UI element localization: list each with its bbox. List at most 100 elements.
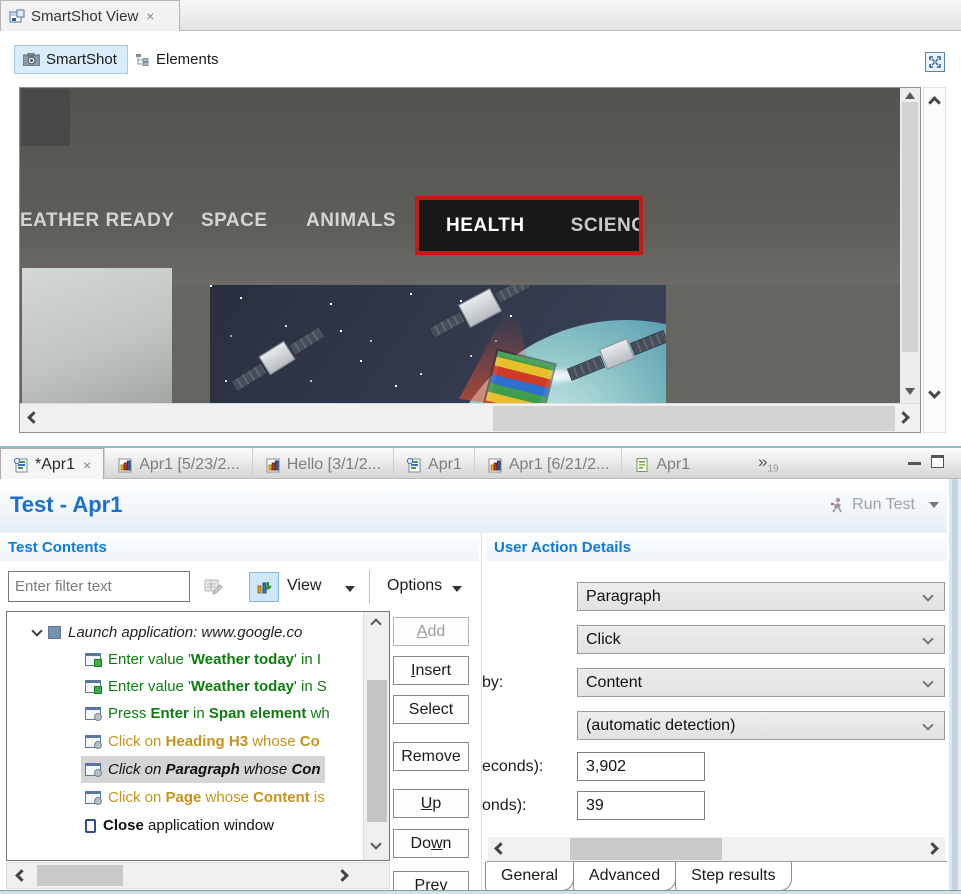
nav-item-3: ANIMALS: [306, 206, 396, 236]
image-vertical-scrollbar[interactable]: [900, 88, 920, 403]
toolbar-divider: [369, 570, 370, 604]
tab-general[interactable]: General: [485, 862, 574, 891]
chevron-down-icon[interactable]: [31, 625, 42, 636]
action-select[interactable]: Click: [577, 625, 945, 654]
tree-item-text: Click on Page whose Content is: [108, 789, 325, 806]
tree-item-6[interactable]: Click on Paragraph whose Con: [7, 756, 363, 783]
tree-item-body[interactable]: Enter value 'Weather today' in S: [81, 673, 331, 700]
chevron-down-icon[interactable]: [452, 586, 462, 592]
smartshot-canvas[interactable]: EATHER READYSPACEANIMALS HEALTH SCIENC ›: [19, 87, 921, 433]
test-steps-tree[interactable]: Launch application: www.google.coEnter v…: [6, 611, 390, 861]
editor-tab-label: Apr1: [428, 456, 462, 474]
scroll-down-icon[interactable]: [928, 386, 941, 399]
tree-item-body[interactable]: Click on Paragraph whose Con: [81, 756, 325, 783]
chevron-down-icon[interactable]: [345, 586, 355, 592]
tree-item-5[interactable]: Click on Heading H3 whose Co: [7, 728, 363, 755]
tree-item-3[interactable]: Enter value 'Weather today' in S: [7, 673, 363, 700]
tree-item-2[interactable]: Enter value 'Weather today' in I: [7, 646, 363, 673]
screenshot-dark-block: [21, 89, 70, 146]
scroll-up-icon[interactable]: [370, 618, 381, 629]
tree-item-body[interactable]: Close application window: [81, 812, 278, 839]
milliseconds-input[interactable]: 3,902: [577, 752, 705, 781]
editor-tab-label: *Apr1: [35, 456, 75, 474]
editor-tab-3[interactable]: Hello [3/1/2...: [252, 448, 393, 481]
group-by-icon-button[interactable]: [249, 572, 279, 602]
screenshot-photo-thumb: [22, 268, 172, 403]
select-button[interactable]: Select: [393, 695, 469, 724]
view-dropdown[interactable]: View: [287, 577, 321, 595]
options-dropdown[interactable]: Options: [387, 577, 442, 595]
elements-mode-button[interactable]: Elements: [128, 45, 227, 74]
chevron-down-icon[interactable]: [929, 502, 939, 508]
identify-by-select[interactable]: Content: [577, 668, 945, 697]
tab-step-results[interactable]: Step results: [675, 862, 791, 891]
scroll-right-icon[interactable]: [926, 842, 939, 855]
scrollbar-thumb[interactable]: [367, 680, 387, 822]
tree-item-body[interactable]: Click on Page whose Content is: [81, 784, 329, 811]
close-icon[interactable]: ×: [146, 8, 154, 24]
remove-button[interactable]: Remove: [393, 742, 469, 771]
tree-item-7[interactable]: Click on Page whose Content is: [7, 784, 363, 811]
view-vertical-scrollbar[interactable]: [923, 87, 946, 433]
element-type-select[interactable]: Paragraph: [577, 582, 945, 611]
tab-overflow-button[interactable]: »19: [758, 452, 779, 474]
filter-input[interactable]: [8, 571, 190, 602]
editor-tab-label: Apr1 [5/23/2...: [139, 456, 240, 474]
detection-select[interactable]: (automatic detection): [577, 711, 945, 740]
editor-tab-1[interactable]: *Apr1 ×: [0, 448, 104, 481]
scroll-right-icon[interactable]: [897, 411, 910, 424]
maximize-icon[interactable]: [931, 455, 944, 468]
user-action-details-title: User Action Details: [494, 539, 631, 556]
editor-tab-2[interactable]: Apr1 [5/23/2...: [104, 448, 252, 481]
insert-button[interactable]: Insert: [393, 656, 469, 685]
tab-advanced[interactable]: Advanced: [573, 862, 676, 891]
tree-item-body[interactable]: Launch application: www.google.co: [29, 619, 306, 646]
scroll-right-icon[interactable]: [336, 869, 349, 882]
scroll-up-icon[interactable]: [905, 92, 915, 99]
nav-item-1: EATHER READY: [20, 206, 175, 236]
tree-vertical-scrollbar[interactable]: [363, 612, 389, 860]
editor-tab-bar: *Apr1 × Apr1 [5/23/2... Hello [3/1/2... Apr1…: [0, 446, 961, 479]
chevron-down-icon: [922, 633, 933, 644]
tree-item-8[interactable]: Close application window: [7, 812, 363, 839]
scroll-up-icon[interactable]: [928, 96, 941, 109]
tree-horizontal-scrollbar[interactable]: [6, 862, 390, 889]
minimize-icon[interactable]: [908, 462, 921, 465]
maximize-view-icon[interactable]: [925, 52, 945, 72]
tree-item-4[interactable]: Press Enter in Span element wh: [7, 700, 363, 727]
tree-item-1[interactable]: Launch application: www.google.co: [7, 619, 363, 646]
click-step-icon: [85, 763, 101, 776]
run-test-button[interactable]: Run Test: [830, 496, 939, 514]
tab-smartshot-view[interactable]: SmartShot View ×: [0, 0, 180, 31]
result-icon: [265, 457, 281, 473]
tree-item-body[interactable]: Click on Heading H3 whose Co: [81, 728, 324, 755]
scroll-left-icon[interactable]: [494, 842, 507, 855]
scrollbar-thumb[interactable]: [37, 865, 123, 886]
scroll-left-icon[interactable]: [27, 411, 40, 424]
scrollbar-thumb[interactable]: [493, 406, 895, 431]
chevron-down-icon: [922, 590, 933, 601]
down-button[interactable]: Down: [393, 829, 469, 858]
scrollbar-thumb[interactable]: [570, 838, 722, 860]
chevron-down-icon: [922, 676, 933, 687]
filter-edit-icon[interactable]: [204, 578, 223, 595]
details-horizontal-scrollbar[interactable]: [488, 837, 945, 861]
scroll-down-icon[interactable]: [905, 388, 915, 395]
scroll-left-icon[interactable]: [15, 869, 28, 882]
editor-tab-4[interactable]: Apr1: [393, 448, 474, 481]
seconds-input[interactable]: 39: [577, 791, 705, 820]
viewer-horizontal-scrollbar[interactable]: [20, 403, 920, 432]
scroll-down-icon[interactable]: [370, 838, 381, 849]
up-button[interactable]: Up: [393, 789, 469, 818]
close-icon[interactable]: ×: [83, 457, 91, 473]
editor-tab-5[interactable]: Apr1 [6/21/2...: [474, 448, 622, 481]
result-icon: [117, 457, 133, 473]
field-label: by:: [482, 674, 503, 692]
elements-button-label: Elements: [156, 51, 219, 68]
editor-tab-6[interactable]: Apr1: [621, 448, 702, 481]
tree-item-body[interactable]: Press Enter in Span element wh: [81, 700, 334, 727]
smartshot-mode-button[interactable]: SmartShot: [14, 45, 128, 74]
scrollbar-thumb[interactable]: [902, 102, 918, 352]
add-button[interactable]: Add: [393, 617, 469, 646]
tree-item-body[interactable]: Enter value 'Weather today' in I: [81, 646, 325, 673]
